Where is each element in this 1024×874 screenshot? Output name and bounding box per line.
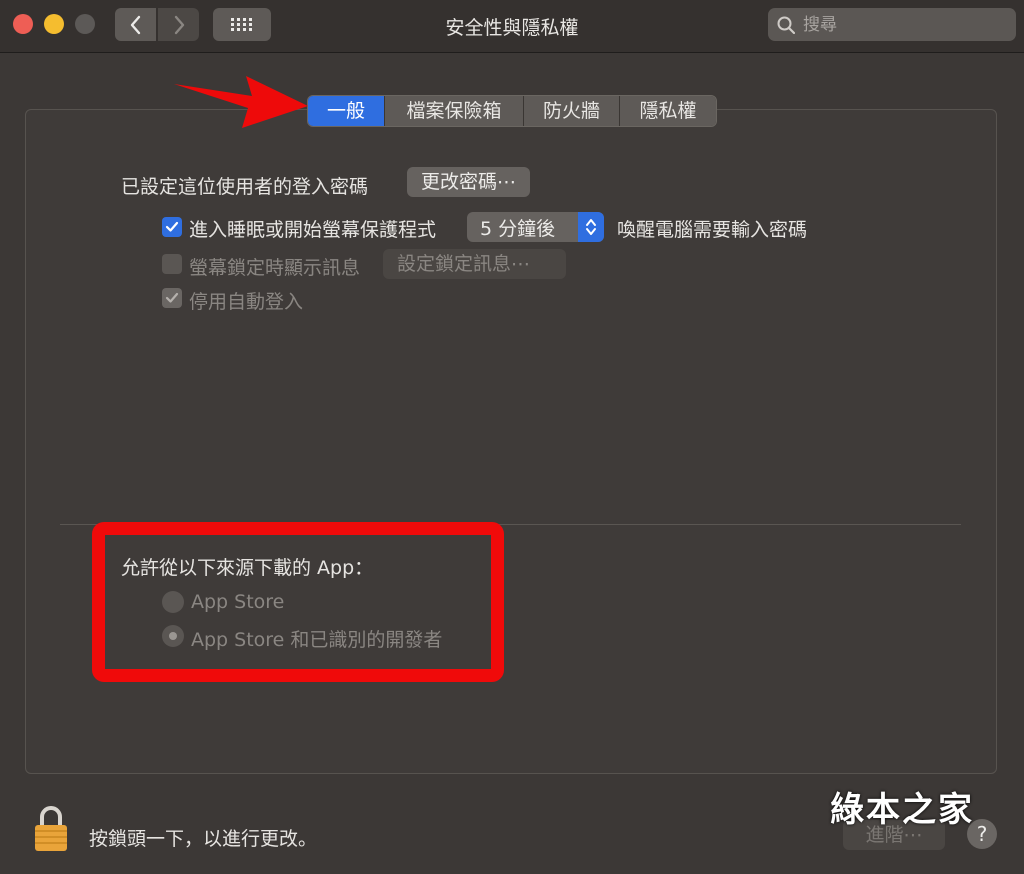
tab-bar: 一般 檔案保險箱 防火牆 隱私權	[307, 95, 717, 127]
radio-app-store[interactable]	[162, 591, 184, 613]
lock-message-checkbox[interactable]	[162, 254, 182, 274]
disable-auto-login-label: 停用自動登入	[189, 291, 304, 313]
checkmark-icon	[165, 292, 179, 303]
watermark-logo: 綠本之家	[830, 790, 974, 830]
lock-icon[interactable]	[34, 804, 68, 852]
tab-general[interactable]: 一般	[308, 96, 385, 126]
radio-app-store-identified[interactable]	[162, 625, 184, 647]
require-password-suffix: 喚醒電腦需要輸入密碼	[617, 219, 808, 241]
password-delay-value: 5 分鐘後	[480, 217, 556, 240]
disable-auto-login-checkbox[interactable]	[162, 288, 182, 308]
downloads-heading: 允許從以下來源下載的 App：	[121, 557, 374, 579]
password-set-label: 已設定這位使用者的登入密碼	[121, 176, 369, 198]
search-input[interactable]	[801, 13, 1005, 36]
tab-filevault[interactable]: 檔案保險箱	[385, 96, 524, 126]
title-bar: 安全性與隱私權	[0, 0, 1024, 53]
checkmark-icon	[165, 221, 179, 232]
radio-app-store-identified-label: App Store 和已識別的開發者	[191, 629, 443, 651]
lock-instruction-text: 按鎖頭一下，以進行更改。	[89, 828, 318, 850]
radio-app-store-label: App Store	[191, 591, 285, 613]
tab-privacy[interactable]: 隱私權	[620, 96, 716, 126]
set-lock-message-button[interactable]: 設定鎖定訊息⋯	[383, 249, 566, 279]
search-field[interactable]	[768, 8, 1016, 41]
updown-arrows-icon	[578, 212, 604, 242]
change-password-button[interactable]: 更改密碼⋯	[407, 167, 531, 197]
lock-message-label: 螢幕鎖定時顯示訊息	[189, 257, 361, 279]
require-password-label: 進入睡眠或開始螢幕保護程式	[189, 219, 437, 241]
arrow-annotation	[174, 76, 308, 128]
require-password-checkbox[interactable]	[162, 217, 182, 237]
password-delay-select[interactable]: 5 分鐘後	[467, 212, 604, 242]
highlight-annotation-box	[92, 522, 504, 682]
search-icon	[777, 16, 795, 34]
tab-firewall[interactable]: 防火牆	[524, 96, 620, 126]
